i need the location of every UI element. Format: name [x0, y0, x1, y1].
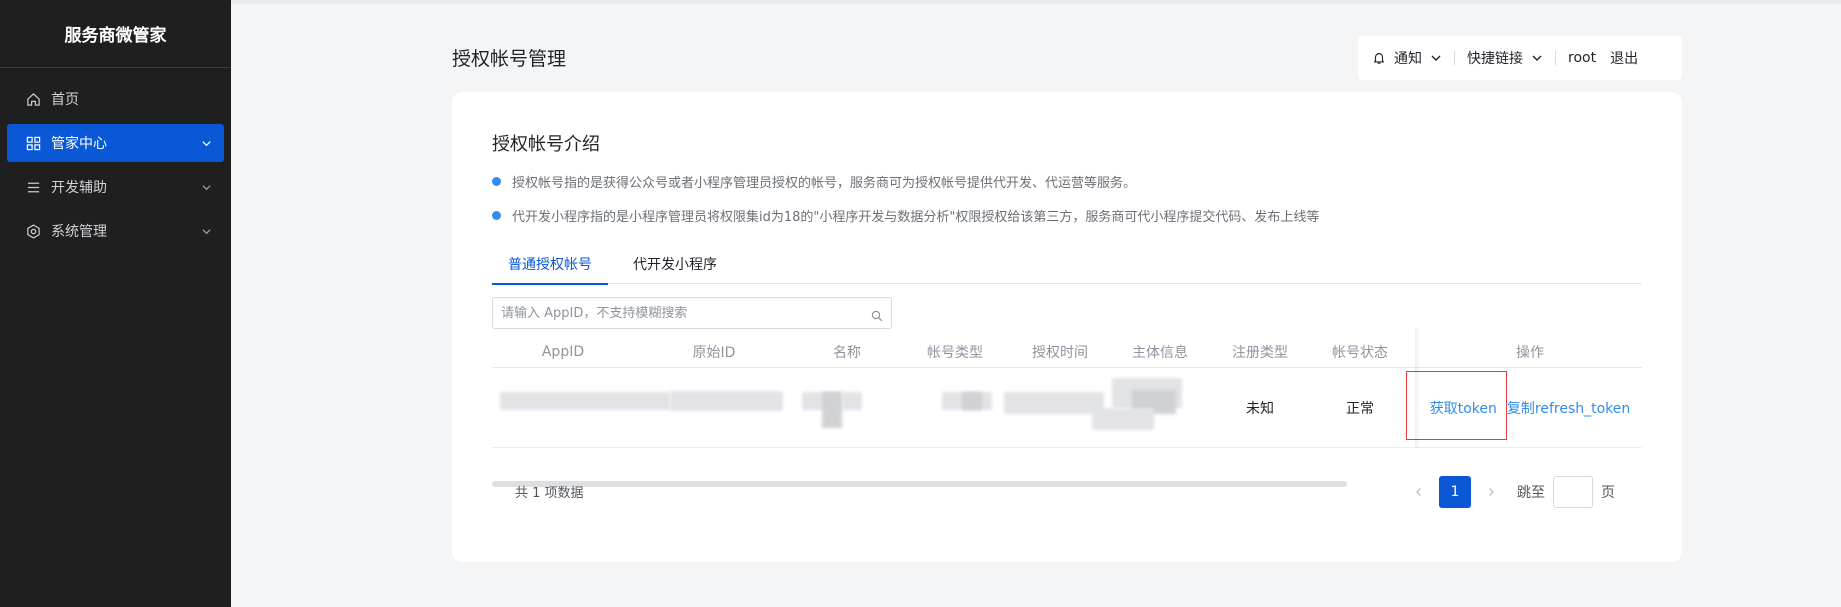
sidebar-item-label: 管家中心: [51, 136, 107, 152]
redacted-appid: [500, 392, 670, 410]
intro-bullet: 代开发小程序指的是小程序管理员将权限集id为18的"小程序开发与数据分析"权限授…: [492, 206, 1319, 225]
fixed-column-shadow: [1415, 328, 1421, 448]
intro-bullet: 授权帐号指的是获得公众号或者小程序管理员授权的帐号，服务商可为授权帐号提供代开发…: [492, 172, 1136, 191]
sidebar-item-label: 系统管理: [51, 224, 107, 240]
bullet-text: 代开发小程序指的是小程序管理员将权限集id为18的"小程序开发与数据分析"权限授…: [512, 210, 1320, 225]
prev-page-button[interactable]: [1407, 480, 1431, 504]
column-header: AppID: [541, 344, 585, 360]
intro-title: 授权帐号介绍: [492, 134, 600, 155]
sidebar-item-system[interactable]: 系统管理: [7, 212, 224, 250]
sidebar-menu: 首页 管家中心 开发辅助 系统管理: [0, 68, 231, 250]
account-status: 正常: [1346, 401, 1374, 417]
divider: [1454, 51, 1455, 65]
copy-refresh-token-link[interactable]: 复制refresh_token: [1507, 398, 1630, 418]
bullet-text: 授权帐号指的是获得公众号或者小程序管理员授权的帐号，服务商可为授权帐号提供代开发…: [512, 176, 1137, 191]
jump-label: 跳至: [1517, 485, 1545, 501]
chevron-down-icon: [1531, 52, 1543, 64]
chevron-down-icon: [200, 137, 212, 149]
column-header: 帐号状态: [1332, 345, 1388, 361]
redacted-auth-time: [1004, 392, 1104, 414]
column-header: 注册类型: [1232, 345, 1288, 361]
sidebar: 服务商微管家 首页 管家中心 开发辅助 系统管理: [0, 0, 231, 607]
sidebar-item-dev-assist[interactable]: 开发辅助: [7, 168, 224, 206]
logout-button[interactable]: 退出: [1610, 48, 1638, 68]
table-row: 未知 正常 获取token 复制refresh_token: [492, 328, 1642, 487]
bullet-dot-icon: [492, 177, 501, 186]
page-suffix-label: 页: [1601, 485, 1615, 501]
notify-dropdown[interactable]: 通知: [1372, 48, 1442, 68]
horizontal-scrollbar[interactable]: [492, 481, 1347, 487]
register-type: 未知: [1246, 401, 1274, 417]
divider: [1555, 51, 1556, 65]
search-input[interactable]: [501, 305, 871, 321]
bullet-dot-icon: [492, 211, 501, 220]
bell-icon: [1372, 51, 1386, 65]
tab-dev-miniprograms[interactable]: 代开发小程序: [620, 244, 730, 284]
user-name: root: [1568, 50, 1597, 66]
column-header: 操作: [1516, 345, 1544, 361]
account-tabs: 普通授权帐号 代开发小程序: [492, 244, 1642, 285]
jump-page-input[interactable]: [1553, 476, 1593, 508]
content-card: 授权帐号介绍 授权帐号指的是获得公众号或者小程序管理员授权的帐号，服务商可为授权…: [452, 92, 1682, 562]
header-actions: 通知 快捷链接 root 退出: [1358, 36, 1682, 80]
column-header: 授权时间: [1032, 345, 1088, 361]
next-page-button[interactable]: [1479, 480, 1503, 504]
top-divider: [231, 0, 1841, 4]
search-box: [492, 297, 892, 329]
pagination: 1 跳至 页: [1407, 476, 1615, 508]
column-header: 原始ID: [692, 345, 736, 361]
sidebar-item-manager-center[interactable]: 管家中心: [7, 124, 224, 162]
column-header: 名称: [833, 345, 861, 361]
home-icon: [25, 91, 41, 107]
column-header: 帐号类型: [927, 345, 983, 361]
total-count: 共 1 项数据: [515, 486, 584, 501]
sidebar-item-label: 开发辅助: [51, 180, 107, 196]
chevron-down-icon: [200, 225, 212, 237]
tab-normal-accounts[interactable]: 普通授权帐号: [492, 244, 608, 285]
settings-hex-icon: [25, 223, 41, 239]
notify-label: 通知: [1394, 51, 1422, 67]
page-number-current[interactable]: 1: [1439, 476, 1471, 508]
shortcut-label: 快捷链接: [1467, 51, 1523, 67]
grid-icon: [25, 135, 41, 151]
sidebar-item-home[interactable]: 首页: [7, 80, 224, 118]
search-icon[interactable]: [871, 307, 883, 322]
shortcut-dropdown[interactable]: 快捷链接: [1467, 48, 1543, 68]
table-header: AppID 原始ID 名称 帐号类型 授权时间 主体信息 注册类型 帐号状态 操…: [492, 336, 1642, 368]
column-header: 主体信息: [1132, 345, 1188, 361]
chevron-down-icon: [1430, 52, 1442, 64]
page-title: 授权帐号管理: [452, 48, 567, 70]
accounts-table: AppID 原始ID 名称 帐号类型 授权时间 主体信息 注册类型 帐号状态 操…: [492, 328, 1642, 487]
redacted-original-id: [670, 391, 783, 411]
chevron-down-icon: [200, 181, 212, 193]
sidebar-item-label: 首页: [51, 92, 79, 108]
list-icon: [25, 179, 41, 195]
highlight-box: [1406, 371, 1507, 440]
app-title: 服务商微管家: [0, 0, 231, 68]
